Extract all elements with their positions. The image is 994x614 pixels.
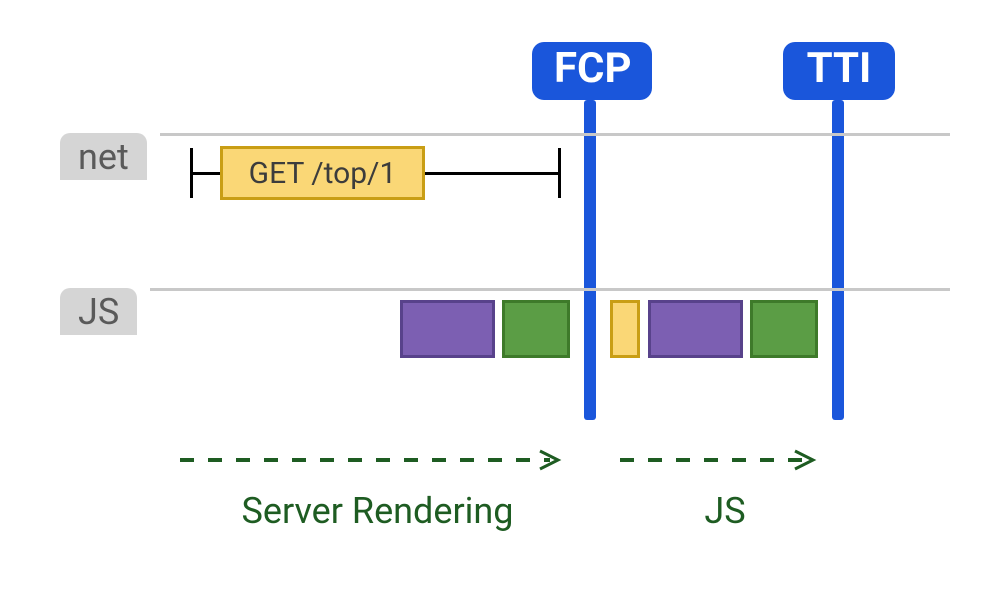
tti-badge: TTI (783, 42, 895, 100)
js-phase-arrow (620, 448, 830, 478)
net-row-label: net (60, 133, 147, 180)
js-block-yellow (610, 300, 640, 358)
js-block-green-2 (750, 300, 818, 358)
fcp-marker-line (584, 100, 596, 420)
js-block-purple-2 (648, 300, 743, 358)
js-block-green-1 (502, 300, 570, 358)
server-rendering-label: Server Rendering (180, 490, 575, 532)
net-start-stem (190, 172, 220, 175)
fcp-badge: FCP (532, 42, 652, 100)
server-rendering-arrow (180, 448, 575, 478)
tti-marker-line (832, 100, 844, 420)
js-phase-label: JS (620, 490, 830, 532)
js-row-guide (150, 288, 950, 291)
js-block-purple-1 (400, 300, 495, 358)
js-row-label: JS (60, 288, 137, 335)
net-row-guide (160, 133, 950, 136)
net-request-box: GET /top/1 (220, 146, 425, 200)
net-end-tick (558, 148, 561, 198)
timeline-diagram: { "markers": { "fcp": "FCP", "tti": "TTI… (0, 0, 994, 614)
net-tail-line (425, 172, 560, 175)
